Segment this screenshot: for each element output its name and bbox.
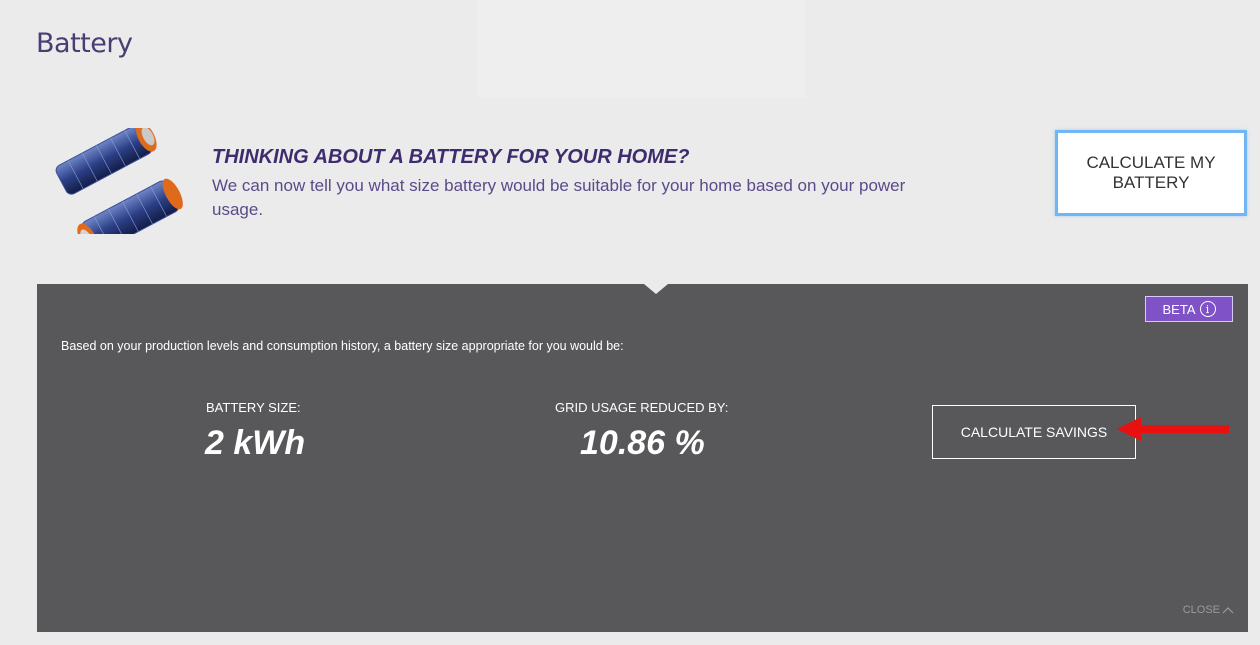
promo-heading: THINKING ABOUT A BATTERY FOR YOUR HOME? — [212, 146, 690, 168]
battery-size-label: BATTERY SIZE: — [206, 400, 301, 415]
panel-pointer-notch — [644, 284, 668, 294]
beta-badge[interactable]: BETA i — [1145, 296, 1233, 322]
chevron-up-icon — [1222, 607, 1234, 614]
close-panel-link[interactable]: CLOSE — [1183, 604, 1234, 616]
grid-usage-value: 10.86 % — [580, 424, 705, 462]
calculate-my-battery-label: CALCULATE MY BATTERY — [1086, 153, 1216, 192]
page-title: Battery — [36, 28, 133, 59]
grid-usage-label: GRID USAGE REDUCED BY: — [555, 400, 729, 415]
battery-size-value: 2 kWh — [205, 424, 306, 462]
red-arrow-annotation — [1117, 417, 1229, 441]
solar-battery-image — [55, 128, 183, 234]
calculate-my-battery-button[interactable]: CALCULATE MY BATTERY — [1055, 130, 1247, 216]
promo-description: We can now tell you what size battery wo… — [212, 176, 906, 219]
calculate-savings-button[interactable]: CALCULATE SAVINGS — [932, 405, 1136, 459]
beta-label: BETA — [1162, 301, 1196, 317]
faded-background-box — [478, 0, 806, 98]
info-icon: i — [1199, 301, 1216, 317]
calculate-savings-label: CALCULATE SAVINGS — [960, 424, 1108, 440]
close-label: CLOSE — [1182, 604, 1220, 616]
result-intro-text: Based on your production levels and cons… — [61, 339, 624, 353]
battery-result-panel: BETA i Based on your production levels a… — [37, 284, 1248, 632]
